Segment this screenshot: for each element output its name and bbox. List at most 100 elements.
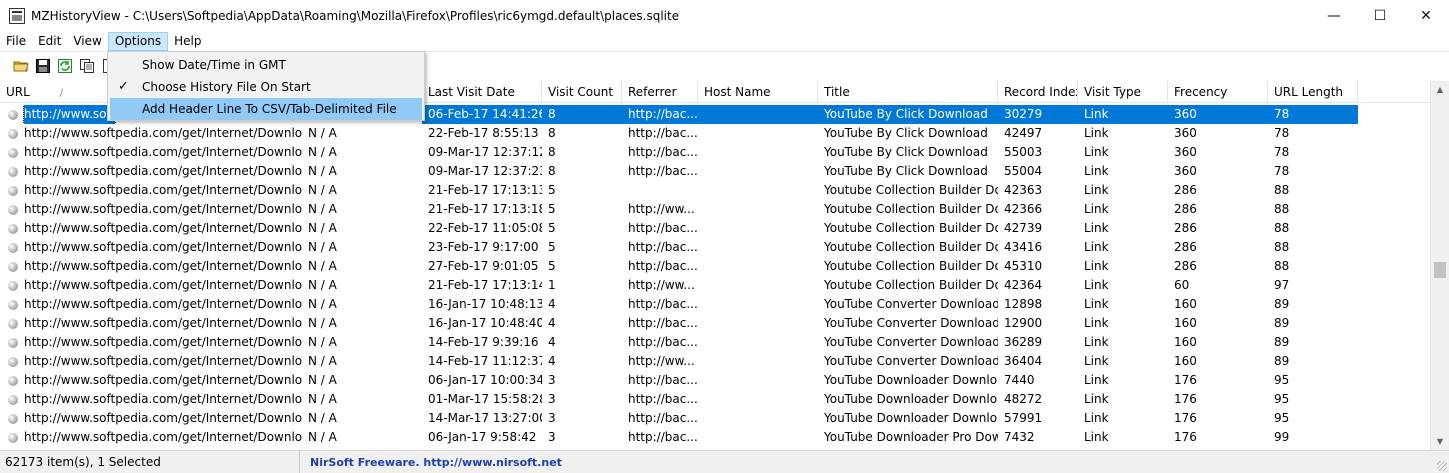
cell-6: YouTube By Click Download <box>818 105 998 124</box>
cell-9: 176 <box>1174 430 1197 444</box>
cell-2: 14-Feb-17 11:12:37 <box>428 354 542 368</box>
cell-7: 57991 <box>1004 411 1043 425</box>
table-row[interactable]: http://www.softpedia.com/get/Internet/Do… <box>0 314 1430 333</box>
cell-url: http://www.softpedia.com/get/Internet/Do… <box>0 352 302 371</box>
cell-3: 8 <box>542 105 622 124</box>
table-row[interactable]: http://www.softpedia.com/get/Internet/Do… <box>0 162 1430 181</box>
cell-5 <box>698 390 818 409</box>
cell-5 <box>698 124 818 143</box>
cell-7: 7432 <box>1004 430 1035 444</box>
cell-url: http://www.softpedia.com/get/Internet/Do… <box>0 162 302 181</box>
column-last-visit-date[interactable]: Last Visit Date <box>422 81 542 103</box>
table-row[interactable]: http://www.softpedia.com/get/Internet/Do… <box>0 352 1430 371</box>
menu-edit[interactable]: Edit <box>32 32 67 51</box>
table-row[interactable]: http://www.softpedia.com/get/Internet/Do… <box>0 181 1430 200</box>
table-row[interactable]: http://www.softpedia.com/get/Internet/Do… <box>0 200 1430 219</box>
cell-4: http://bac... <box>628 164 698 178</box>
cell-4: http://bac... <box>628 316 698 330</box>
table-row[interactable]: http://www.softpedia.com/get/Internet/Do… <box>0 276 1430 295</box>
table-row[interactable]: http://www.softpedia.com/get/Internet/Do… <box>0 124 1430 143</box>
column-host-name[interactable]: Host Name <box>698 81 818 103</box>
copy-icon[interactable] <box>78 57 96 75</box>
scrollbar-thumb[interactable] <box>1434 262 1446 278</box>
menu-bar: File Edit View Options Help <box>0 31 1449 51</box>
cell-10: 78 <box>1268 105 1358 124</box>
open-folder-icon[interactable] <box>12 57 30 75</box>
table-row[interactable]: http://www.softpedia.com/get/Internet/Do… <box>0 371 1430 390</box>
cell-3: 4 <box>548 316 556 330</box>
cell-8: Link <box>1084 278 1109 292</box>
table-row[interactable]: http://www.softpedia.com/get/Internet/Do… <box>0 219 1430 238</box>
vertical-scrollbar[interactable]: ▲ ▼ <box>1430 81 1449 450</box>
cell-1: N / A <box>308 202 337 216</box>
options-dropdown-menu: Show Date/Time in GMT ✓ Choose History F… <box>107 51 425 121</box>
table-row[interactable]: http://www.softpedia.com/get/Internet/Do… <box>0 409 1430 428</box>
menu-help[interactable]: Help <box>168 32 207 51</box>
cell-4: http://bac... <box>628 221 698 235</box>
window-title: MZHistoryView - C:\Users\Softpedia\AppDa… <box>31 8 680 23</box>
refresh-icon[interactable] <box>56 57 74 75</box>
cell-3: 4 <box>548 335 556 349</box>
cell-url: http://www.softpedia.com/get/Internet/Do… <box>0 314 302 333</box>
cell-9: 160 <box>1174 335 1197 349</box>
title-bar: MZHistoryView - C:\Users\Softpedia\AppDa… <box>0 0 1449 31</box>
cell-5 <box>698 105 818 124</box>
table-row[interactable]: http://www.softpedia.com/get/Internet/Do… <box>0 428 1430 447</box>
cell-7: 48272 <box>1004 392 1043 406</box>
menu-view[interactable]: View <box>67 32 107 51</box>
table-row[interactable]: http://www.softpedia.com/get/Internet/Do… <box>0 238 1430 257</box>
menu-item-choose-history-file[interactable]: ✓ Choose History File On Start <box>110 76 422 98</box>
url-text: http://www.softpedia.com/get/Internet/Do… <box>24 297 302 311</box>
cell-10: 95 <box>1274 411 1290 425</box>
history-entry-icon <box>8 242 18 253</box>
menu-item-add-header-line[interactable]: Add Header Line To CSV/Tab-Delimited Fil… <box>110 98 422 120</box>
menu-item-show-gmt[interactable]: Show Date/Time in GMT <box>110 54 422 76</box>
cell-4: http://ww... <box>628 278 695 292</box>
cell-9: 286 <box>1174 202 1197 216</box>
nirsoft-link[interactable]: NirSoft Freeware. http://www.nirsoft.net <box>300 456 562 469</box>
table-row[interactable]: http://www.softpedia.com/get/Internet/Do… <box>0 333 1430 352</box>
cell-5 <box>698 333 818 352</box>
cell-5 <box>698 257 818 276</box>
menu-options[interactable]: Options <box>107 31 169 51</box>
cell-3: 5 <box>548 240 556 254</box>
cell-6: Youtube Collection Builder Do... <box>824 202 998 216</box>
cell-6: Youtube Collection Builder Do... <box>824 278 998 292</box>
cell-3: 3 <box>548 411 556 425</box>
column-frecency[interactable]: Frecency <box>1168 81 1268 103</box>
cell-url: http://www.softpedia.com/get/Internet/Do… <box>0 181 302 200</box>
table-row[interactable]: http://www.softpedia.com/get/Internet/Do… <box>0 390 1430 409</box>
column-visit-count[interactable]: Visit Count <box>542 81 622 103</box>
cell-1: N / A <box>308 316 337 330</box>
cell-9: 360 <box>1174 126 1197 140</box>
cell-4: http://bac... <box>622 105 698 124</box>
url-text: http://www.softpedia.com/get/Internet/Do… <box>24 126 302 140</box>
scroll-down-icon[interactable]: ▼ <box>1431 433 1449 450</box>
table-row[interactable]: http://www.softpedia.com/get/Internet/Do… <box>0 295 1430 314</box>
column-record-index[interactable]: Record Index <box>998 81 1078 103</box>
column-visit-type[interactable]: Visit Type <box>1078 81 1168 103</box>
column-title[interactable]: Title <box>818 81 998 103</box>
minimize-button[interactable]: — <box>1311 0 1357 31</box>
cell-5 <box>698 428 818 447</box>
cell-9: 360 <box>1174 145 1197 159</box>
cell-7: 55003 <box>1004 145 1043 159</box>
save-icon[interactable] <box>34 57 52 75</box>
resize-grip-icon[interactable] <box>1437 461 1447 471</box>
cell-8: Link <box>1084 183 1109 197</box>
history-entry-icon <box>8 394 18 405</box>
cell-1: N / A <box>308 259 337 273</box>
cell-3: 5 <box>548 221 556 235</box>
cell-1: N / A <box>308 354 337 368</box>
close-button[interactable]: ✕ <box>1403 0 1449 31</box>
maximize-button[interactable]: ☐ <box>1357 0 1403 31</box>
cell-2: 06-Jan-17 9:58:42 <box>428 430 537 444</box>
table-row[interactable]: http://www.softpedia.com/get/Internet/Do… <box>0 143 1430 162</box>
menu-file[interactable]: File <box>0 32 32 51</box>
column-url-length[interactable]: URL Length <box>1268 81 1358 103</box>
cell-10: 78 <box>1274 164 1290 178</box>
column-referrer[interactable]: Referrer <box>622 81 698 103</box>
table-row[interactable]: http://www.softpedia.com/get/Internet/Do… <box>0 257 1430 276</box>
url-text: http://www.softpedia.com/get/Internet/Do… <box>24 183 302 197</box>
scroll-up-icon[interactable]: ▲ <box>1431 81 1449 98</box>
